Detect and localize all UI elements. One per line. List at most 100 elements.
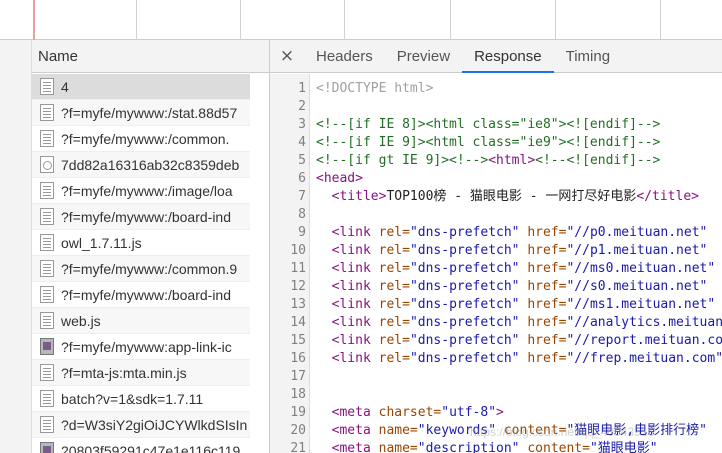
code-text: <meta name="description" content="猫眼电影" bbox=[316, 440, 658, 453]
request-row[interactable]: 7dd82a16316ab32c8359deb bbox=[32, 152, 250, 178]
close-icon[interactable]: × bbox=[270, 40, 304, 72]
tab-headers[interactable]: Headers bbox=[304, 40, 385, 72]
code-text: <link rel="dns-prefetch" href="//p0.meit… bbox=[316, 224, 708, 242]
code-token: <!--[if IE 8]><html class="ie8"><![endif… bbox=[316, 117, 661, 132]
code-token: rel= bbox=[378, 279, 410, 294]
request-row[interactable]: ?d=W3siY2giOiJCYWlkdSIsIn bbox=[32, 412, 250, 438]
request-row[interactable]: ?f=myfe/mywww:/board-ind bbox=[32, 282, 250, 308]
code-token: <link bbox=[331, 279, 379, 294]
line-number: 12 bbox=[290, 279, 306, 294]
code-line: 5 <!--[if gt IE 9]><!--><html><!--<![endi… bbox=[270, 152, 722, 170]
request-row[interactable]: 4 bbox=[32, 74, 250, 100]
code-text: <title>TOP100榜 - 猫眼电影 - 一网打尽好电影</title> bbox=[316, 188, 699, 206]
tab-response[interactable]: Response bbox=[462, 40, 554, 73]
code-token: <html> bbox=[488, 153, 536, 168]
code-line: 19 <meta charset="utf-8"> bbox=[270, 404, 722, 422]
line-number: 1 bbox=[298, 81, 306, 96]
request-name: ?f=myfe/mywww:app-link-ic bbox=[61, 338, 232, 355]
request-list: 4 ?f=myfe/mywww:/stat.88d57 ?f=myfe/mywww:… bbox=[32, 74, 250, 453]
request-row[interactable]: ?f=myfe/mywww:/stat.88d57 bbox=[32, 100, 250, 126]
code-token: "//analytics.meituan.net" bbox=[566, 315, 722, 330]
code-text: <meta charset="utf-8"> bbox=[316, 404, 504, 422]
code-token: <title> bbox=[331, 189, 387, 204]
request-name: ?f=myfe/mywww:/stat.88d57 bbox=[61, 104, 238, 121]
request-row[interactable]: owl_1.7.11.js bbox=[32, 230, 250, 256]
code-token: "//frep.meituan.com" bbox=[566, 351, 722, 366]
tab-preview[interactable]: Preview bbox=[385, 40, 462, 72]
request-row[interactable]: ?f=myfe/mywww:app-link-ic bbox=[32, 334, 250, 360]
code-token: href= bbox=[527, 225, 567, 240]
code-line: 4 <!--[if IE 9]><html class="ie9"><![endi… bbox=[270, 134, 722, 152]
timeline-gridline bbox=[555, 0, 556, 40]
request-row[interactable]: 20803f59291c47e1e116c119 bbox=[32, 438, 250, 453]
line-number: 6 bbox=[298, 171, 306, 186]
network-timeline[interactable] bbox=[0, 0, 722, 40]
code-line: 9 <link rel="dns-prefetch" href="//p0.me… bbox=[270, 224, 722, 242]
watermark: https://blog.csdn.net/qq_40043516 bbox=[470, 425, 655, 439]
document-icon bbox=[40, 182, 54, 199]
code-token: "dns-prefetch" bbox=[409, 225, 528, 240]
document-icon bbox=[40, 78, 54, 95]
code-token: "description" bbox=[417, 441, 528, 453]
code-text: <link rel="dns-prefetch" href="//frep.me… bbox=[316, 350, 722, 368]
code-token: href= bbox=[527, 261, 567, 276]
request-name: batch?v=1&sdk=1.7.11 bbox=[61, 390, 204, 407]
code-line: 6 <head> bbox=[270, 170, 722, 188]
code-token: rel= bbox=[378, 225, 410, 240]
code-token: "dns-prefetch" bbox=[409, 243, 528, 258]
line-number: 18 bbox=[290, 387, 306, 402]
document-icon bbox=[40, 364, 54, 381]
code-line: 21 <meta name="description" content="猫眼电… bbox=[270, 440, 722, 453]
response-source-viewer[interactable]: 1 <!DOCTYPE html> 2 3 <!--[if IE 8]><html cl… bbox=[270, 74, 722, 453]
code-text: <!--[if IE 8]><html class="ie8"><![endif… bbox=[316, 116, 660, 134]
timeline-gridline bbox=[344, 0, 345, 40]
image-icon bbox=[40, 442, 54, 453]
line-number: 15 bbox=[290, 333, 306, 348]
code-token: <link bbox=[331, 261, 379, 276]
line-number: 19 bbox=[290, 405, 306, 420]
code-token: rel= bbox=[378, 261, 410, 276]
request-row[interactable]: web.js bbox=[32, 308, 250, 334]
line-number: 9 bbox=[298, 225, 306, 240]
document-icon bbox=[40, 234, 54, 251]
request-row[interactable]: ?f=myfe/mywww:/common. bbox=[32, 126, 250, 152]
code-token: <meta bbox=[331, 423, 379, 438]
request-detail-panel: × Headers Preview Response Timing 1 <!DOC… bbox=[270, 40, 722, 453]
document-icon bbox=[40, 312, 54, 329]
request-name: 7dd82a16316ab32c8359deb bbox=[61, 156, 240, 173]
code-line: 16 <link rel="dns-prefetch" href="//frep… bbox=[270, 350, 722, 368]
request-row[interactable]: ?f=myfe/mywww:/common.9 bbox=[32, 256, 250, 282]
code-token: <meta bbox=[331, 405, 379, 420]
line-number: 2 bbox=[298, 99, 306, 114]
code-text: <!DOCTYPE html> bbox=[316, 80, 433, 98]
code-token: <meta bbox=[331, 441, 379, 453]
request-row[interactable]: ?f=myfe/mywww:/image/loa bbox=[32, 178, 250, 204]
code-line: 1 <!DOCTYPE html> bbox=[270, 80, 722, 98]
request-row[interactable]: ?f=myfe/mywww:/board-ind bbox=[32, 204, 250, 230]
code-token: rel= bbox=[378, 243, 410, 258]
code-token: "//ms0.meituan.net" bbox=[566, 261, 716, 276]
document-icon bbox=[40, 208, 54, 225]
code-token: "dns-prefetch" bbox=[409, 297, 528, 312]
code-token: "dns-prefetch" bbox=[409, 333, 528, 348]
line-number: 20 bbox=[290, 423, 306, 438]
code-token: <!--[if gt IE 9]><!--> bbox=[316, 153, 489, 168]
code-token: rel= bbox=[378, 315, 410, 330]
request-row[interactable]: batch?v=1&sdk=1.7.11 bbox=[32, 386, 250, 412]
code-token: "猫眼电影" bbox=[589, 441, 658, 453]
name-column-header[interactable]: Name bbox=[32, 40, 269, 73]
code-token: <link bbox=[331, 243, 379, 258]
request-row[interactable]: ?f=mta-js:mta.min.js bbox=[32, 360, 250, 386]
request-name: ?f=myfe/mywww:/board-ind bbox=[61, 286, 232, 303]
request-name: ?f=myfe/mywww:/common. bbox=[61, 130, 230, 147]
code-token: name= bbox=[378, 441, 418, 453]
line-number: 13 bbox=[290, 297, 306, 312]
circle-icon bbox=[40, 156, 54, 173]
tab-timing[interactable]: Timing bbox=[554, 40, 622, 72]
code-line: 10 <link rel="dns-prefetch" href="//p1.m… bbox=[270, 242, 722, 260]
code-text: <link rel="dns-prefetch" href="//ms0.mei… bbox=[316, 260, 716, 278]
code-token: "//p1.meituan.net" bbox=[566, 243, 708, 258]
